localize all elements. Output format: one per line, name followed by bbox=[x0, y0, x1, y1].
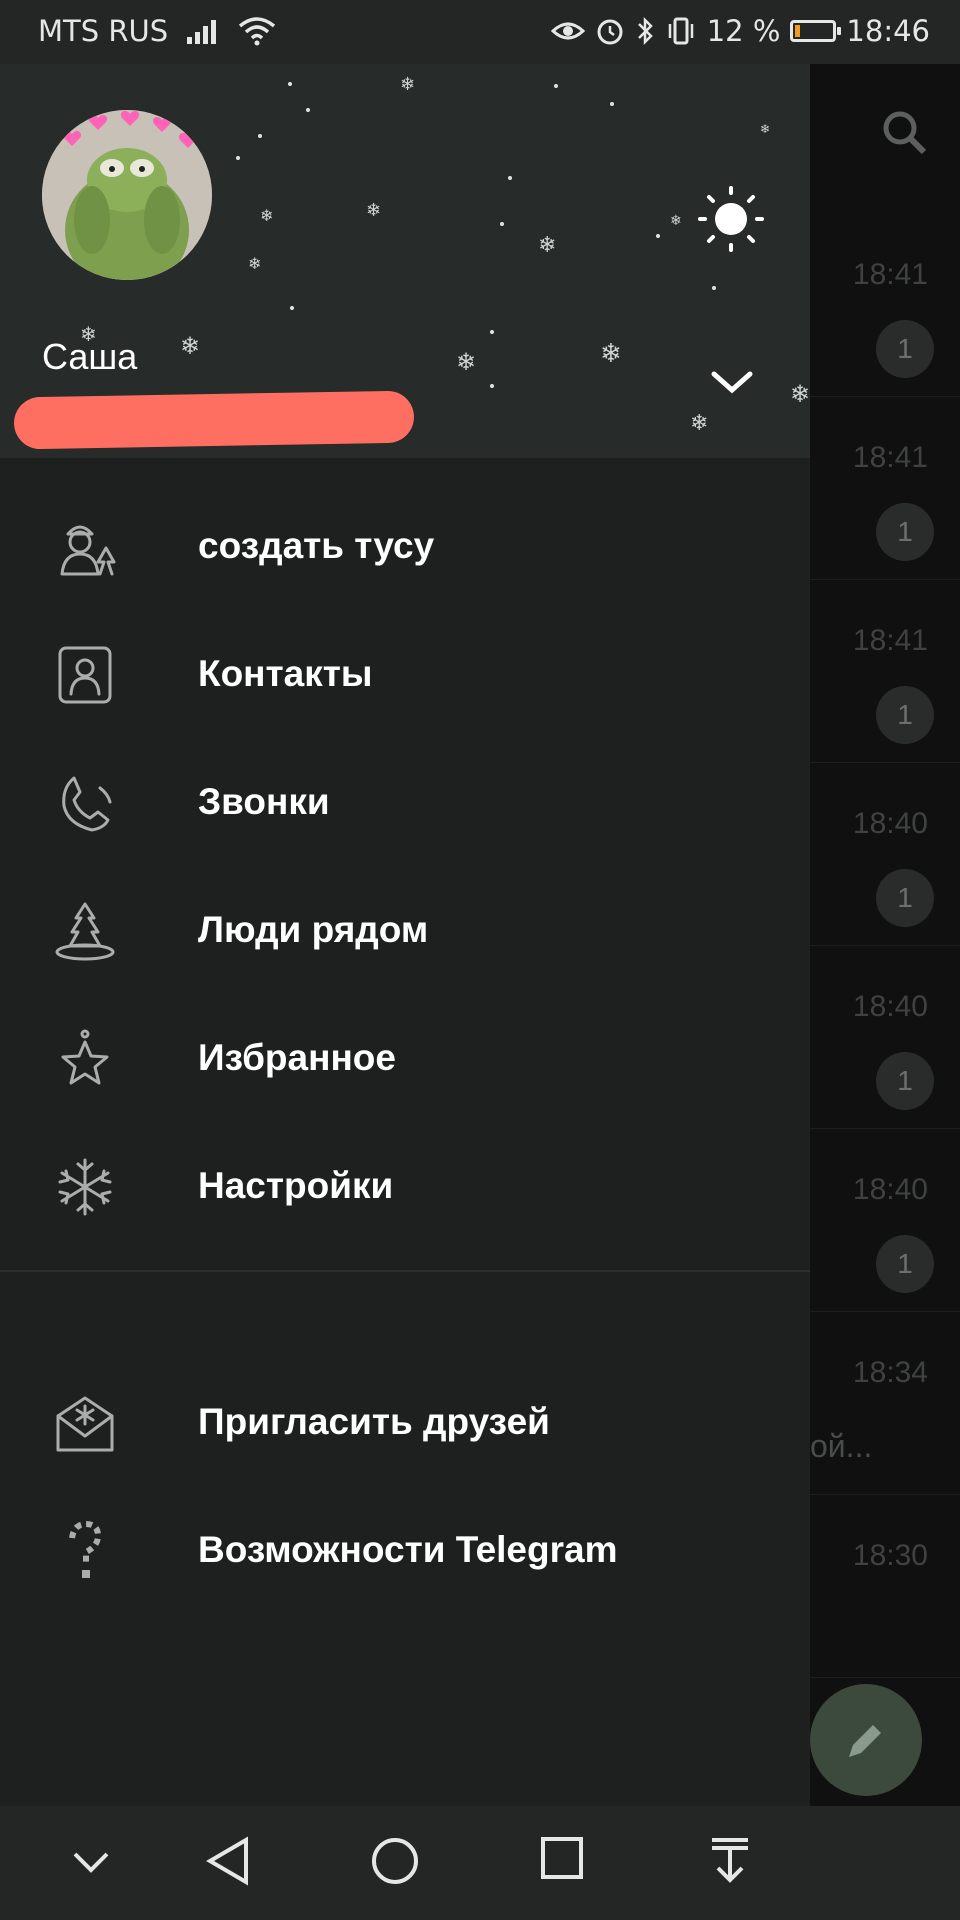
menu-item-tree[interactable]: Люди рядом bbox=[0, 866, 810, 994]
chat-time: 18:40 bbox=[852, 807, 928, 840]
snow-dot bbox=[500, 222, 504, 226]
unread-badge: 1 bbox=[876, 1235, 934, 1293]
eye-icon bbox=[550, 22, 585, 40]
snow-dot bbox=[610, 102, 614, 106]
system-navigation-bar bbox=[0, 1806, 960, 1920]
snow-dot bbox=[306, 108, 310, 112]
unread-badge: 1 bbox=[876, 320, 934, 378]
menu-item-snowflake[interactable]: Настройки bbox=[0, 1122, 810, 1250]
snow-dot bbox=[712, 286, 716, 290]
vibrate-icon bbox=[668, 17, 693, 45]
compose-button[interactable] bbox=[810, 1684, 922, 1796]
chat-snippet: ой... bbox=[810, 1428, 873, 1464]
pencil-icon bbox=[849, 1725, 881, 1757]
star-ornament-icon bbox=[52, 1028, 118, 1090]
chat-time: 18:40 bbox=[852, 1173, 928, 1206]
chat-time: 18:30 bbox=[852, 1539, 928, 1572]
kermit-avatar-image bbox=[42, 110, 212, 280]
menu-item-star-ornament[interactable]: Избранное bbox=[0, 994, 810, 1122]
snowman-icon bbox=[52, 516, 118, 578]
snowflake-decoration-icon: ❄ bbox=[594, 456, 606, 458]
chat-time: 18:34 bbox=[852, 1356, 928, 1389]
menu-item-snowman[interactable]: создать тусу bbox=[0, 482, 810, 610]
chat-time: 18:41 bbox=[852, 441, 928, 474]
snowflake-decoration-icon: ❄ bbox=[366, 200, 382, 220]
snowflake-decoration-icon: ❄ bbox=[690, 410, 709, 435]
snow-dot bbox=[656, 234, 660, 238]
carrier-name: MTS RUS bbox=[38, 14, 169, 48]
status-right: 12 % 18:46 bbox=[550, 14, 930, 48]
snowflake-decoration-icon: ❄ bbox=[260, 208, 274, 225]
menu-item-label: Избранное bbox=[198, 1037, 396, 1078]
home-circle-icon[interactable] bbox=[370, 1836, 420, 1886]
snowflake-decoration-icon: ❄ bbox=[456, 349, 477, 376]
chat-time: 18:41 bbox=[852, 624, 928, 657]
snow-dot bbox=[290, 306, 294, 310]
menu-item-label: Настройки bbox=[198, 1165, 394, 1206]
recents-square-icon[interactable] bbox=[540, 1836, 584, 1880]
back-triangle-icon[interactable] bbox=[206, 1836, 250, 1886]
menu-item-label: Звонки bbox=[198, 781, 330, 822]
chat-time: 18:40 bbox=[852, 990, 928, 1023]
snowflake-decoration-icon: ❄ bbox=[670, 212, 682, 228]
wifi-icon bbox=[239, 17, 276, 46]
envelope-icon bbox=[52, 1392, 118, 1454]
snowflake-decoration-icon: ❄ bbox=[790, 381, 810, 408]
redacted-phone-number bbox=[13, 390, 415, 450]
phone-icon bbox=[52, 772, 118, 834]
battery-level bbox=[795, 25, 800, 37]
menu-item-label: Пригласить друзей bbox=[198, 1401, 550, 1442]
alarm-icon bbox=[597, 19, 623, 45]
signal-icon bbox=[187, 20, 217, 44]
clock: 18:46 bbox=[846, 14, 930, 48]
menu-item-label: Люди рядом bbox=[198, 909, 429, 950]
snowflake-decoration-icon: ❄ bbox=[248, 256, 262, 273]
battery-percent: 12 % bbox=[706, 14, 781, 48]
snow-dot bbox=[490, 384, 494, 388]
snowflake-decoration-icon: ❄ bbox=[760, 122, 771, 136]
status-left: MTS RUS bbox=[38, 14, 276, 48]
theme-toggle-sun-icon[interactable] bbox=[696, 184, 766, 254]
notification-shade-icon[interactable] bbox=[710, 1836, 750, 1886]
snow-dot bbox=[288, 82, 292, 86]
menu-item-contact-card[interactable]: Контакты bbox=[0, 610, 810, 738]
snowflake-decoration-icon: ❄ bbox=[600, 338, 622, 368]
unread-badge: 1 bbox=[876, 503, 934, 561]
unread-badge: 1 bbox=[876, 1052, 934, 1110]
snow-dot bbox=[236, 156, 240, 160]
hide-keyboard-chevron-icon[interactable] bbox=[72, 1850, 110, 1874]
snow-dot bbox=[554, 84, 558, 88]
menu-item-candy-cane-question[interactable]: Возможности Telegram bbox=[0, 1486, 810, 1614]
snow-dot bbox=[258, 134, 262, 138]
menu-item-envelope[interactable]: Пригласить друзей bbox=[0, 1358, 810, 1486]
contact-card-icon bbox=[52, 644, 118, 706]
menu-divider bbox=[0, 1270, 810, 1272]
bluetooth-icon bbox=[637, 16, 653, 46]
status-bar: MTS RUS 12 % 18:46 bbox=[0, 0, 960, 64]
menu-item-label: создать тусу bbox=[198, 525, 435, 566]
snowflake-icon bbox=[52, 1156, 118, 1218]
snow-dot bbox=[490, 330, 494, 334]
avatar[interactable] bbox=[42, 110, 212, 280]
tree-icon bbox=[52, 900, 118, 962]
search-icon bbox=[883, 111, 927, 155]
navigation-drawer: ❄❄❄❄❄❄❄❄❄❄❄❄❄❄ bbox=[0, 64, 810, 1806]
menu-item-phone[interactable]: Звонки bbox=[0, 738, 810, 866]
snowflake-decoration-icon: ❄ bbox=[180, 333, 201, 360]
candy-cane-question-icon bbox=[52, 1520, 118, 1582]
drawer-header: ❄❄❄❄❄❄❄❄❄❄❄❄❄❄ bbox=[0, 64, 810, 458]
drawer-menu-secondary: Пригласить друзей Возможности Telegram bbox=[0, 1358, 810, 1614]
unread-badge: 1 bbox=[876, 686, 934, 744]
snowflake-decoration-icon: ❄ bbox=[538, 232, 557, 257]
battery-icon bbox=[790, 20, 842, 42]
unread-badge: 1 bbox=[876, 869, 934, 927]
chevron-down-icon[interactable] bbox=[708, 366, 756, 396]
snow-dot bbox=[508, 176, 512, 180]
drawer-menu: создать тусу Контакты Звонки Люди рядом Избр… bbox=[0, 482, 810, 1250]
menu-item-label: Контакты bbox=[198, 653, 373, 694]
user-name: Саша bbox=[42, 336, 138, 377]
snowflake-decoration-icon: ❄ bbox=[400, 74, 416, 94]
menu-item-label: Возможности Telegram bbox=[198, 1529, 618, 1570]
chat-time: 18:41 bbox=[852, 258, 928, 291]
